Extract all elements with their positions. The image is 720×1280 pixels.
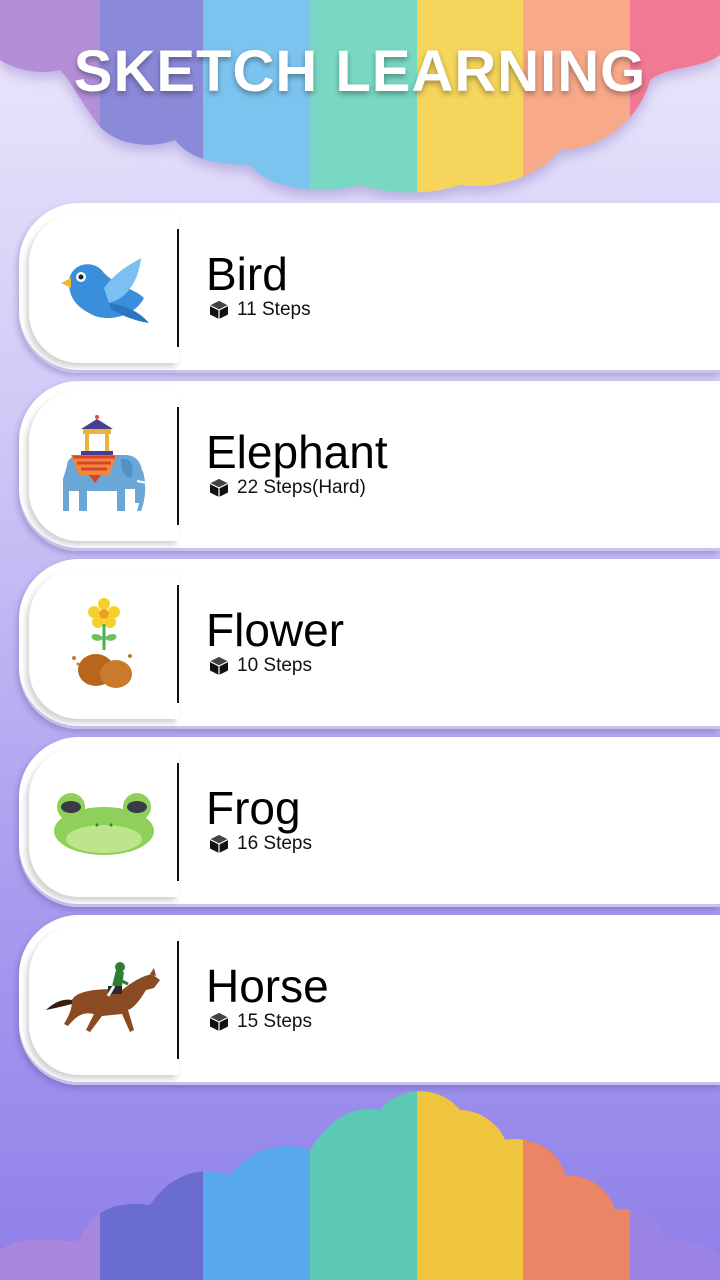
frog-icon — [54, 793, 154, 855]
thumbnail — [29, 747, 179, 897]
flower-icon — [72, 598, 132, 688]
app-title: SKETCH LEARNING — [73, 39, 647, 104]
list-item-bird[interactable]: Bird 11 Steps — [19, 203, 720, 373]
divider — [177, 585, 179, 703]
bird-icon — [61, 258, 149, 323]
elephant-icon — [63, 415, 148, 511]
divider — [177, 941, 179, 1059]
cube-icon — [209, 657, 229, 675]
item-title: Horse — [206, 960, 329, 1012]
steps-label: 22 Steps(Hard) — [237, 477, 366, 498]
cube-icon — [209, 479, 229, 497]
thumbnail — [29, 569, 179, 719]
item-title: Bird — [206, 248, 288, 300]
list-item-horse[interactable]: Horse 15 Steps — [19, 915, 720, 1085]
item-steps: 11 Steps — [209, 299, 311, 321]
steps-label: 11 Steps — [237, 299, 311, 320]
divider — [177, 229, 179, 347]
horse-icon — [45, 962, 160, 1032]
steps-label: 16 Steps — [237, 833, 312, 854]
list-item-frog[interactable]: Frog 16 Steps — [19, 737, 720, 907]
list-item-flower[interactable]: Flower 10 Steps — [19, 559, 720, 729]
thumbnail — [29, 391, 179, 541]
lesson-list: Bird 11 Steps Elephant 22 Steps(Hard) Fl… — [19, 203, 720, 1093]
item-title: Flower — [206, 604, 345, 656]
item-title: Elephant — [206, 426, 388, 478]
thumbnail — [29, 213, 179, 363]
cube-icon — [209, 1013, 229, 1031]
steps-label: 15 Steps — [237, 1011, 312, 1032]
item-steps: 15 Steps — [209, 1011, 312, 1033]
cube-icon — [209, 301, 229, 319]
cube-icon — [209, 835, 229, 853]
steps-label: 10 Steps — [237, 655, 312, 676]
divider — [177, 407, 179, 525]
item-steps: 22 Steps(Hard) — [209, 477, 366, 499]
item-steps: 16 Steps — [209, 833, 312, 855]
item-title: Frog — [206, 782, 301, 834]
item-steps: 10 Steps — [209, 655, 312, 677]
divider — [177, 763, 179, 881]
thumbnail — [29, 925, 179, 1075]
list-item-elephant[interactable]: Elephant 22 Steps(Hard) — [19, 381, 720, 551]
bottom-rainbow-cloud — [0, 1091, 720, 1280]
